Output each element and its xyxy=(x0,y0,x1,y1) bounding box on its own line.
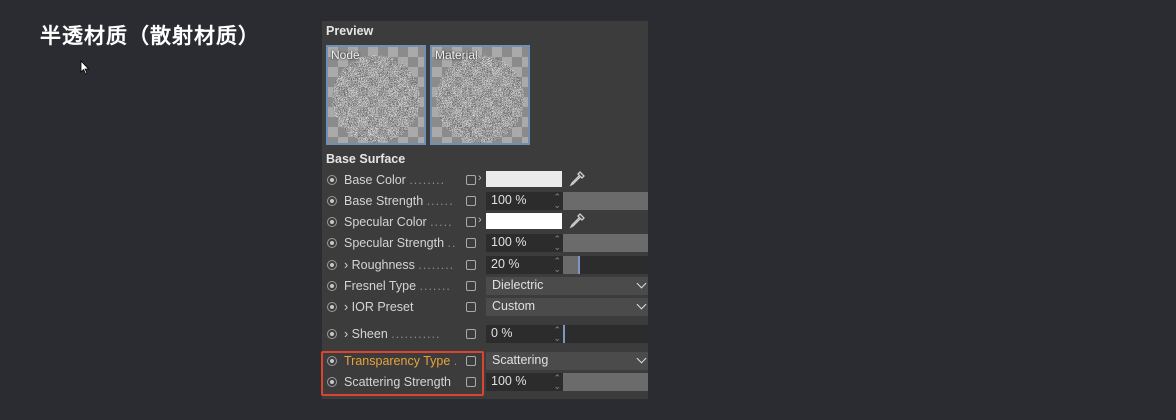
property-label-text: › Sheen xyxy=(344,327,388,341)
label-dots: ....... xyxy=(419,279,451,293)
number-value: 100 % xyxy=(491,193,527,207)
property-label: Fresnel Type ....... xyxy=(344,279,460,293)
node-preview-thumbnail[interactable]: Node xyxy=(326,45,426,145)
spinner-arrows-icon[interactable]: ⌃ ⌄ xyxy=(553,235,561,252)
thumbnail-label: Material xyxy=(435,48,478,62)
override-checkbox[interactable] xyxy=(466,302,476,312)
value-slider[interactable] xyxy=(563,325,648,343)
override-checkbox[interactable] xyxy=(466,217,476,227)
label-dots: ..... xyxy=(430,215,453,229)
property-label-text: › Roughness xyxy=(344,258,415,272)
property-label-text: Base Strength xyxy=(344,194,424,208)
animate-radio-icon[interactable] xyxy=(327,329,337,339)
property-label-text: › IOR Preset xyxy=(344,300,414,314)
label-dots: ........ xyxy=(418,258,455,272)
value-slider[interactable] xyxy=(563,234,648,252)
property-row: Base Color ........ › xyxy=(322,170,648,191)
spinner-arrows-icon[interactable]: ⌃ ⌄ xyxy=(553,193,561,210)
property-row: Specular Strength .. 100 % ⌃ ⌄ xyxy=(322,233,648,254)
dropdown-value: Custom xyxy=(492,299,536,313)
dropdown-value: Dielectric xyxy=(492,278,544,292)
material-preview-thumbnail[interactable]: Material xyxy=(430,45,530,145)
value-slider[interactable] xyxy=(563,373,648,391)
spinner-arrows-icon[interactable]: ⌃ ⌄ xyxy=(553,374,561,391)
animate-radio-icon[interactable] xyxy=(327,175,337,185)
animate-radio-icon[interactable] xyxy=(327,217,337,227)
slider-knob[interactable] xyxy=(563,325,565,343)
expand-arrow-icon[interactable]: › xyxy=(478,214,482,226)
number-field[interactable]: 0 % ⌃ ⌄ xyxy=(486,325,563,343)
number-value: 100 % xyxy=(491,374,527,388)
property-row: › IOR Preset Custom xyxy=(322,297,648,318)
property-label-text: Fresnel Type xyxy=(344,279,417,293)
chevron-down-icon xyxy=(636,278,647,289)
slider-fill xyxy=(563,192,648,210)
spinner-arrows-icon[interactable]: ⌃ ⌄ xyxy=(553,257,561,274)
property-label-text: Base Color xyxy=(344,173,406,187)
dropdown-select[interactable]: Scattering xyxy=(486,352,648,370)
number-field[interactable]: 100 % ⌃ ⌄ xyxy=(486,192,563,210)
property-row: Specular Color ..... › xyxy=(322,212,648,233)
color-swatch[interactable] xyxy=(486,171,562,187)
value-slider[interactable] xyxy=(563,192,648,210)
highlight-box xyxy=(321,351,484,396)
property-label: Specular Strength .. xyxy=(344,236,460,250)
animate-radio-icon[interactable] xyxy=(327,196,337,206)
property-label: › Roughness ........ xyxy=(344,258,460,272)
number-value: 100 % xyxy=(491,235,527,249)
expand-arrow-icon[interactable]: › xyxy=(478,172,482,184)
property-row: › Roughness ........ 20 % ⌃ ⌄ xyxy=(322,255,648,276)
preview-section-title: Preview xyxy=(326,24,374,38)
property-label: Base Strength ...... xyxy=(344,194,460,208)
color-swatch[interactable] xyxy=(486,213,562,229)
slider-fill xyxy=(563,234,648,252)
property-row: Base Strength ...... 100 % ⌃ ⌄ xyxy=(322,191,648,212)
override-checkbox[interactable] xyxy=(466,238,476,248)
override-checkbox[interactable] xyxy=(466,329,476,339)
eyedropper-icon[interactable] xyxy=(568,212,586,235)
property-row: Fresnel Type ....... Dielectric xyxy=(322,276,648,297)
property-label: Specular Color ..... xyxy=(344,215,460,229)
label-dots: ........ xyxy=(409,173,446,187)
value-slider[interactable] xyxy=(563,256,648,274)
slider-fill xyxy=(563,373,648,391)
override-checkbox[interactable] xyxy=(466,175,476,185)
property-label-text: Specular Strength xyxy=(344,236,445,250)
animate-radio-icon[interactable] xyxy=(327,302,337,312)
number-value: 0 % xyxy=(491,326,513,340)
animate-radio-icon[interactable] xyxy=(327,238,337,248)
override-checkbox[interactable] xyxy=(466,196,476,206)
animate-radio-icon[interactable] xyxy=(327,260,337,270)
property-label-text: Specular Color xyxy=(344,215,427,229)
label-dots: ...... xyxy=(426,194,454,208)
property-label: › IOR Preset xyxy=(344,300,460,314)
mouse-cursor-icon xyxy=(80,60,90,75)
override-checkbox[interactable] xyxy=(466,260,476,270)
dropdown-value: Scattering xyxy=(492,353,549,367)
number-field[interactable]: 100 % ⌃ ⌄ xyxy=(486,234,563,252)
dropdown-select[interactable]: Dielectric xyxy=(486,277,648,295)
video-caption: 半透材质（散射材质） xyxy=(40,24,260,48)
dropdown-select[interactable]: Custom xyxy=(486,298,648,316)
slider-knob[interactable] xyxy=(578,256,580,274)
material-properties-panel: Preview Node Material Base Surface Base … xyxy=(322,21,648,399)
eyedropper-icon[interactable] xyxy=(568,170,586,193)
property-label: › Sheen ........... xyxy=(344,327,460,341)
animate-radio-icon[interactable] xyxy=(327,281,337,291)
chevron-down-icon xyxy=(636,353,647,364)
thumbnail-label: Node xyxy=(331,48,360,62)
label-dots: .. xyxy=(447,236,457,250)
number-field[interactable]: 20 % ⌃ ⌄ xyxy=(486,256,563,274)
chevron-down-icon xyxy=(636,299,647,310)
number-value: 20 % xyxy=(491,257,520,271)
property-label: Base Color ........ xyxy=(344,173,460,187)
property-row: › Sheen ........... 0 % ⌃ ⌄ xyxy=(322,324,648,345)
number-field[interactable]: 100 % ⌃ ⌄ xyxy=(486,373,563,391)
spinner-arrows-icon[interactable]: ⌃ ⌄ xyxy=(553,326,561,343)
base-surface-section-title: Base Surface xyxy=(326,152,406,166)
label-dots: ........... xyxy=(391,327,441,341)
override-checkbox[interactable] xyxy=(466,281,476,291)
